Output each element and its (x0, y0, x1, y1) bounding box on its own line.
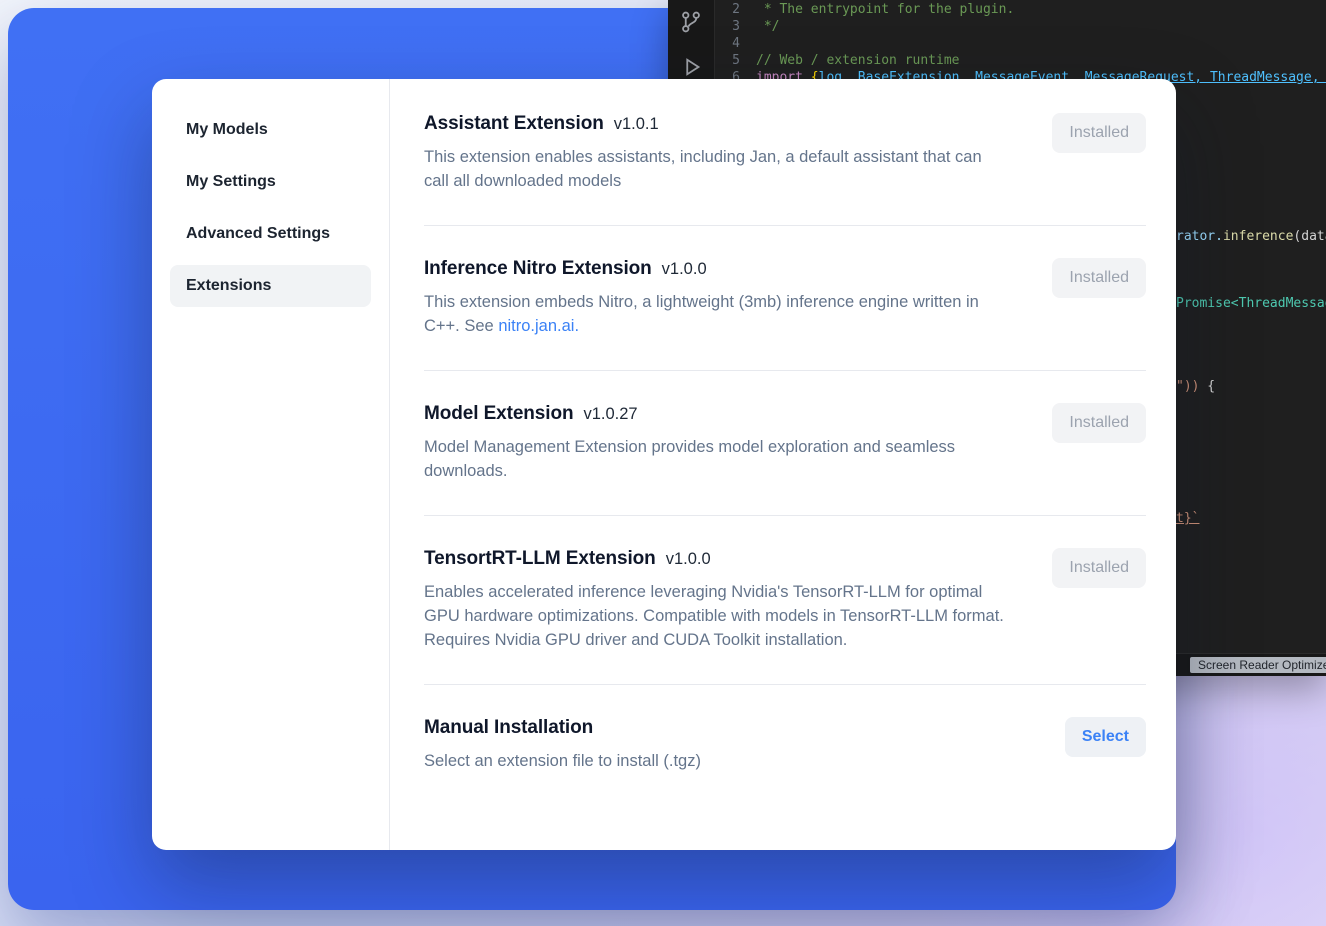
extension-row-nitro: Inference Nitro Extension v1.0.0 This ex… (424, 226, 1146, 371)
sidebar-item-advanced-settings[interactable]: Advanced Settings (170, 213, 371, 255)
extension-description: This extension embeds Nitro, a lightweig… (424, 290, 1009, 338)
code-fragment: t}` (1176, 511, 1199, 527)
extension-description: Model Management Extension provides mode… (424, 435, 1009, 483)
installed-button[interactable]: Installed (1052, 113, 1146, 153)
installed-button[interactable]: Installed (1052, 548, 1146, 588)
extension-version: v1.0.0 (666, 550, 711, 569)
extension-version: v1.0.0 (662, 260, 707, 279)
code-fragment: ")) { (1176, 379, 1215, 395)
extension-row-manual-installation: Manual Installation Select an extension … (424, 685, 1146, 805)
sidebar-item-my-settings[interactable]: My Settings (170, 161, 371, 203)
extension-row-model: Model Extension v1.0.27 Model Management… (424, 371, 1146, 516)
code-fragment: Promise<ThreadMessage> (1176, 296, 1326, 312)
installed-button[interactable]: Installed (1052, 403, 1146, 443)
extension-version: v1.0.27 (583, 405, 637, 424)
extension-description: Enables accelerated inference leveraging… (424, 580, 1009, 652)
extensions-panel: Assistant Extension v1.0.1 This extensio… (390, 79, 1176, 850)
extension-row-tensorrt: TensortRT-LLM Extension v1.0.0 Enables a… (424, 516, 1146, 685)
line-number: 4 (720, 36, 740, 52)
sidebar-item-my-models[interactable]: My Models (170, 109, 371, 151)
extension-title: TensortRT-LLM Extension (424, 548, 656, 570)
extension-title: Manual Installation (424, 717, 593, 739)
code-token: inference (1223, 229, 1293, 244)
screen-reader-badge[interactable]: Screen Reader Optimized (1190, 657, 1326, 673)
desktop: 2 3 4 5 6 * The entrypoint for the plugi… (0, 0, 1326, 926)
line-number: 5 (720, 53, 740, 69)
code-token: (data)); (1293, 229, 1326, 244)
extension-row-assistant: Assistant Extension v1.0.1 This extensio… (424, 113, 1146, 226)
extension-description: Select an extension file to install (.tg… (424, 749, 701, 773)
settings-modal: My Models My Settings Advanced Settings … (152, 79, 1176, 850)
line-number: 3 (720, 19, 740, 35)
code-line-comment: */ (756, 19, 779, 35)
extension-version: v1.0.1 (614, 115, 659, 134)
extension-title: Model Extension (424, 403, 573, 425)
source-control-icon[interactable] (679, 10, 703, 34)
nitro-jan-ai-link[interactable]: nitro.jan.ai. (498, 317, 579, 335)
code-line-comment: // Web / extension runtime (756, 53, 960, 69)
settings-sidebar: My Models My Settings Advanced Settings … (152, 79, 390, 850)
code-token: ")) (1176, 379, 1199, 394)
code-token: rator. (1176, 229, 1223, 244)
extension-description: This extension enables assistants, inclu… (424, 145, 1009, 193)
line-number: 2 (720, 2, 740, 18)
sidebar-item-extensions[interactable]: Extensions (170, 265, 371, 307)
extension-title: Assistant Extension (424, 113, 604, 135)
run-debug-icon[interactable] (679, 55, 703, 79)
code-token: { (1199, 379, 1215, 394)
extension-title: Inference Nitro Extension (424, 258, 652, 280)
code-line-comment: * The entrypoint for the plugin. (756, 2, 1014, 18)
installed-button[interactable]: Installed (1052, 258, 1146, 298)
select-file-button[interactable]: Select (1065, 717, 1146, 757)
code-fragment: rator.inference(data)); (1176, 229, 1326, 245)
